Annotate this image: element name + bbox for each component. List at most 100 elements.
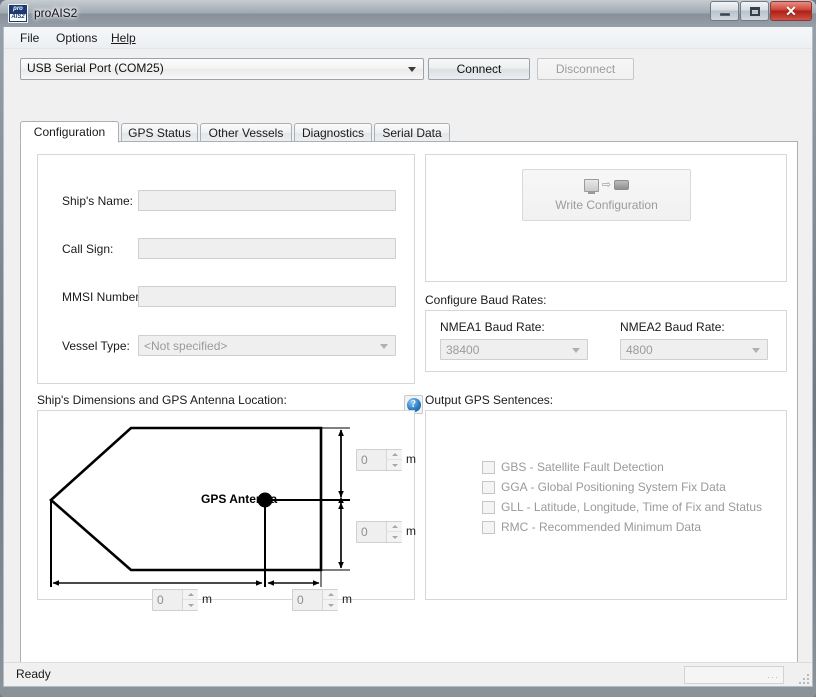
nmea1-baud-dropdown[interactable]: 38400 [440, 339, 588, 360]
connect-button[interactable]: Connect [428, 58, 530, 80]
write-configuration-group: ⇨ Write Configuration [425, 154, 787, 282]
mmsi-label: MMSI Number: [62, 290, 143, 304]
checkbox-gll[interactable] [482, 501, 495, 514]
tab-page-configuration: Ship's Name: Call Sign: MMSI Number: Ves… [20, 141, 798, 668]
close-glyph: ✕ [785, 2, 797, 19]
dimension-to-port-spinner[interactable]: 0 [356, 449, 402, 471]
client-area: File Options Help USB Serial Port (COM25… [3, 27, 813, 687]
dimension-to-stern-unit: m [342, 592, 352, 606]
status-text: Ready [16, 667, 51, 681]
tab-other-vessels[interactable]: Other Vessels [200, 123, 292, 142]
spinner-up-icon[interactable] [387, 522, 402, 532]
spinner-up-icon[interactable] [387, 450, 402, 460]
maximize-button[interactable] [740, 1, 769, 21]
menu-item-help[interactable]: Help [104, 30, 143, 47]
menu-bar: File Options Help [4, 27, 812, 49]
gps-sentences-group-label: Output GPS Sentences: [425, 393, 554, 407]
status-bar: Ready ··· [4, 662, 812, 686]
status-panel-dots: ··· [767, 672, 779, 682]
ship-details-group: Ship's Name: Call Sign: MMSI Number: Ves… [37, 154, 415, 384]
menu-item-help-label: Help [111, 31, 136, 45]
status-progress-panel: ··· [684, 666, 784, 684]
chevron-down-icon [408, 67, 416, 72]
menu-item-options[interactable]: Options [49, 30, 104, 47]
checkbox-gga[interactable] [482, 481, 495, 494]
gps-sentence-label-rmc: RMC - Recommended Minimum Data [501, 520, 702, 534]
computer-icon [583, 178, 599, 194]
nmea1-baud-label: NMEA1 Baud Rate: [440, 320, 545, 334]
app-icon-line2: AIS2 [10, 14, 26, 21]
dimension-to-bow-unit: m [202, 592, 212, 606]
tab-strip: Configuration GPS Status Other Vessels D… [20, 121, 798, 143]
checkbox-gbs[interactable] [482, 461, 495, 474]
chevron-down-icon [572, 348, 580, 353]
tab-diagnostics[interactable]: Diagnostics [294, 123, 372, 142]
spinner-down-icon[interactable] [183, 600, 198, 610]
spinner-buttons[interactable] [386, 522, 402, 542]
baud-rates-group: NMEA1 Baud Rate: 38400 NMEA2 Baud Rate: … [425, 310, 787, 372]
close-button[interactable]: ✕ [770, 1, 812, 21]
dimension-to-stern-spinner[interactable]: 0 [292, 589, 338, 611]
arrow-right-icon: ⇨ [601, 178, 612, 191]
application-window: pro AIS2 proAIS2 ✕ File Options Help USB… [0, 0, 816, 697]
spinner-buttons[interactable] [182, 590, 198, 610]
nmea2-baud-dropdown[interactable]: 4800 [620, 339, 768, 360]
write-configuration-label: Write Configuration [555, 198, 658, 212]
ship-name-input[interactable] [138, 190, 396, 211]
serial-port-dropdown[interactable]: USB Serial Port (COM25) [20, 58, 424, 80]
gps-sentences-group: GBS - Satellite Fault Detection GGA - Gl… [425, 410, 787, 600]
ship-name-label: Ship's Name: [62, 194, 133, 208]
title-bar: pro AIS2 proAIS2 ✕ [0, 0, 816, 27]
dimension-to-stern-value: 0 [297, 593, 304, 607]
serial-port-value: USB Serial Port (COM25) [27, 61, 164, 75]
dimension-to-bow-spinner[interactable]: 0 [152, 589, 198, 611]
minimize-button[interactable] [710, 1, 739, 21]
gps-sentence-label-gga: GGA - Global Positioning System Fix Data [501, 480, 726, 494]
dimension-to-port-value: 0 [361, 453, 368, 467]
gps-antenna-label: GPS Antenna [201, 492, 278, 506]
spinner-up-icon[interactable] [183, 590, 198, 600]
dimensions-group-label: Ship's Dimensions and GPS Antenna Locati… [37, 393, 287, 407]
vessel-type-dropdown[interactable]: <Not specified> [138, 335, 396, 356]
dimension-to-bow-value: 0 [157, 593, 164, 607]
nmea2-baud-value: 4800 [626, 343, 653, 357]
dimension-to-port-unit: m [406, 452, 416, 466]
chevron-down-icon [380, 344, 388, 349]
device-icon [614, 180, 630, 190]
resize-grip-icon[interactable] [797, 672, 809, 684]
maximize-icon [741, 2, 768, 20]
write-configuration-button: ⇨ Write Configuration [522, 169, 691, 221]
minimize-icon [711, 2, 738, 20]
nmea1-baud-value: 38400 [446, 343, 480, 357]
chevron-down-icon [752, 348, 760, 353]
spinner-down-icon[interactable] [323, 600, 338, 610]
menu-item-file[interactable]: File [13, 30, 46, 47]
ship-dimensions-group: GPS Antenna 0 m 0 m 0 m 0 m [37, 410, 416, 611]
tab-configuration[interactable]: Configuration [20, 121, 119, 143]
dimension-to-starboard-unit: m [406, 524, 416, 538]
app-icon-line1: pro [10, 6, 26, 13]
spinner-down-icon[interactable] [387, 532, 402, 542]
dimension-to-starboard-spinner[interactable]: 0 [356, 521, 402, 543]
close-icon: ✕ [771, 2, 811, 20]
nmea2-baud-label: NMEA2 Baud Rate: [620, 320, 725, 334]
gps-sentence-label-gll: GLL - Latitude, Longitude, Time of Fix a… [501, 500, 763, 514]
call-sign-input[interactable] [138, 238, 396, 259]
spinner-buttons[interactable] [386, 450, 402, 470]
window-title: proAIS2 [34, 6, 78, 20]
gps-sentence-label-gbs: GBS - Satellite Fault Detection [501, 460, 664, 474]
spinner-up-icon[interactable] [323, 590, 338, 600]
disconnect-button: Disconnect [537, 58, 634, 80]
tab-serial-data[interactable]: Serial Data [374, 123, 450, 142]
spinner-down-icon[interactable] [387, 460, 402, 470]
tab-gps-status[interactable]: GPS Status [121, 123, 198, 142]
checkbox-rmc[interactable] [482, 521, 495, 534]
spinner-buttons[interactable] [322, 590, 338, 610]
mmsi-input[interactable] [138, 286, 396, 307]
baud-group-label: Configure Baud Rates: [425, 293, 547, 307]
app-icon: pro AIS2 [8, 4, 28, 23]
write-configuration-icon: ⇨ [523, 177, 690, 194]
vessel-type-label: Vessel Type: [62, 339, 130, 353]
call-sign-label: Call Sign: [62, 242, 114, 256]
vessel-type-value: <Not specified> [144, 339, 228, 353]
